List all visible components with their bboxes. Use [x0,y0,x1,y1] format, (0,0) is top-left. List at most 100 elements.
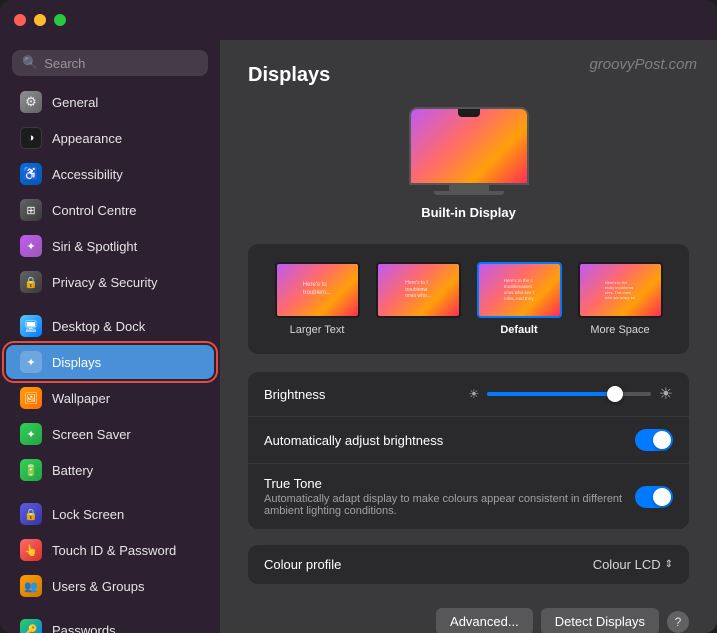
brightness-row: Brightness ☀ ☀ [248,372,689,417]
sidebar-label-battery: Battery [52,463,93,478]
res-preview-larger-text: Here's totroublem... [275,262,360,318]
brightness-track[interactable] [487,392,650,396]
brightness-fill [487,392,614,396]
res-screen-larger-text: Here's totroublem... [277,264,358,316]
res-preview-more-space: Here's to thetricky troublemakers. The o… [578,262,663,318]
close-button[interactable] [14,14,26,26]
desktop-icon: 🖥 [20,315,42,337]
main-content: groovyPost.com Displays Built-in Display [220,40,717,633]
brightness-label: Brightness [264,387,469,402]
sidebar-item-control-centre[interactable]: ⊞ Control Centre [6,193,214,227]
sidebar-label-screen-saver: Screen Saver [52,427,131,442]
auto-brightness-knob [653,431,671,449]
touch-id-icon: 👆 [20,539,42,561]
sun-bright-icon: ☀ [659,384,673,404]
maximize-button[interactable] [54,14,66,26]
bottom-buttons: Advanced... Detect Displays ? [248,608,689,633]
true-tone-toggle[interactable] [635,486,673,508]
resolution-option-more-space[interactable]: Here's to thetricky troublemakers. The o… [574,258,667,340]
siri-icon: ✦ [20,235,42,257]
sidebar-item-desktop-dock[interactable]: 🖥 Desktop & Dock [6,309,214,343]
traffic-lights [14,14,66,26]
privacy-icon: 🔒 [20,271,42,293]
sidebar-item-privacy-security[interactable]: 🔒 Privacy & Security [6,265,214,299]
sidebar-item-general[interactable]: ⚙ General [6,85,214,119]
search-icon: 🔍 [22,55,38,71]
system-preferences-window: 🔍 Search ⚙ General ◑ Appearance ♿ Access… [0,0,717,633]
accessibility-icon: ♿ [20,163,42,185]
true-tone-content: True Tone Automatically adapt display to… [264,476,635,517]
true-tone-label: True Tone [264,476,635,491]
detect-displays-button[interactable]: Detect Displays [541,608,659,633]
titlebar [0,0,717,40]
colour-profile-value: Colour LCD [593,557,661,572]
minimize-button[interactable] [34,14,46,26]
sidebar: 🔍 Search ⚙ General ◑ Appearance ♿ Access… [0,40,220,633]
colour-profile-dropdown[interactable]: Colour LCD ⇕ [593,557,673,572]
sidebar-label-control-centre: Control Centre [52,203,137,218]
resolution-panel: Here's totroublem... Larger Text Here's … [248,244,689,354]
sidebar-label-passwords: Passwords [52,623,116,633]
res-label-default-selected: Default [500,324,537,336]
sidebar-label-general: General [52,95,98,110]
display-label: Built-in Display [421,205,516,220]
sidebar-item-passwords[interactable]: 🔑 Passwords [6,613,214,633]
passwords-icon: 🔑 [20,619,42,633]
resolution-option-default-selected[interactable]: Here's to the ctroublemakersones who see… [473,258,566,340]
sidebar-item-displays[interactable]: ✦ Displays [6,345,214,379]
help-button[interactable]: ? [667,611,689,633]
auto-brightness-toggle[interactable] [635,429,673,451]
res-label-larger-text: Larger Text [290,324,345,336]
displays-icon: ✦ [20,351,42,373]
resolution-options: Here's totroublem... Larger Text Here's … [262,258,675,340]
sidebar-item-lock-screen[interactable]: 🔒 Lock Screen [6,497,214,531]
chevron-updown-icon: ⇕ [665,559,673,570]
res-screen-more-space: Here's to thetricky troublemakers. The o… [580,264,661,316]
resolution-option-larger-text[interactable]: Here's totroublem... Larger Text [271,258,364,340]
advanced-button[interactable]: Advanced... [436,608,533,633]
res-label-more-space: More Space [590,324,649,336]
sidebar-label-appearance: Appearance [52,131,122,146]
sidebar-label-touch-id: Touch ID & Password [52,543,176,558]
true-tone-description: Automatically adapt display to make colo… [264,493,635,517]
auto-brightness-label: Automatically adjust brightness [264,433,635,448]
true-tone-row: True Tone Automatically adapt display to… [248,464,689,529]
sidebar-item-accessibility[interactable]: ♿ Accessibility [6,157,214,191]
screen-saver-icon: ✦ [20,423,42,445]
sidebar-item-wallpaper[interactable]: 🖼 Wallpaper [6,381,214,415]
brightness-thumb[interactable] [607,386,623,402]
sidebar-label-siri: Siri & Spotlight [52,239,137,254]
sidebar-item-siri-spotlight[interactable]: ✦ Siri & Spotlight [6,229,214,263]
res-preview-default-selected: Here's to the ctroublemakersones who see… [477,262,562,318]
sidebar-item-battery[interactable]: 🔋 Battery [6,453,214,487]
sidebar-item-screen-saver[interactable]: ✦ Screen Saver [6,417,214,451]
display-preview: Built-in Display [248,107,689,220]
resolution-option-default-1[interactable]: Here's to ttroublemaones who... [372,258,465,340]
search-box[interactable]: 🔍 Search [12,50,208,76]
brightness-slider[interactable]: ☀ ☀ [469,384,674,404]
monitor-notch [458,109,480,117]
control-centre-icon: ⊞ [20,199,42,221]
colour-profile-row: Colour profile Colour LCD ⇕ [248,545,689,584]
sidebar-label-privacy: Privacy & Security [52,275,157,290]
monitor-base [434,191,504,195]
general-icon: ⚙ [20,91,42,113]
wallpaper-icon: 🖼 [20,387,42,409]
users-groups-icon: 👥 [20,575,42,597]
battery-icon: 🔋 [20,459,42,481]
monitor-frame [409,107,529,185]
lock-screen-icon: 🔒 [20,503,42,525]
res-screen-default-1: Here's to ttroublemaones who... [378,264,459,316]
monitor-screen [411,109,527,183]
res-screen-default-selected: Here's to the ctroublemakersones who see… [479,264,560,316]
content-area: 🔍 Search ⚙ General ◑ Appearance ♿ Access… [0,40,717,633]
appearance-icon: ◑ [20,127,42,149]
auto-brightness-row: Automatically adjust brightness [248,417,689,464]
sidebar-item-users-groups[interactable]: 👥 Users & Groups [6,569,214,603]
colour-profile-label: Colour profile [264,557,593,572]
res-preview-default-1: Here's to ttroublemaones who... [376,262,461,318]
sidebar-label-desktop: Desktop & Dock [52,319,145,334]
sidebar-item-touch-id[interactable]: 👆 Touch ID & Password [6,533,214,567]
watermark: groovyPost.com [589,56,697,73]
sidebar-item-appearance[interactable]: ◑ Appearance [6,121,214,155]
